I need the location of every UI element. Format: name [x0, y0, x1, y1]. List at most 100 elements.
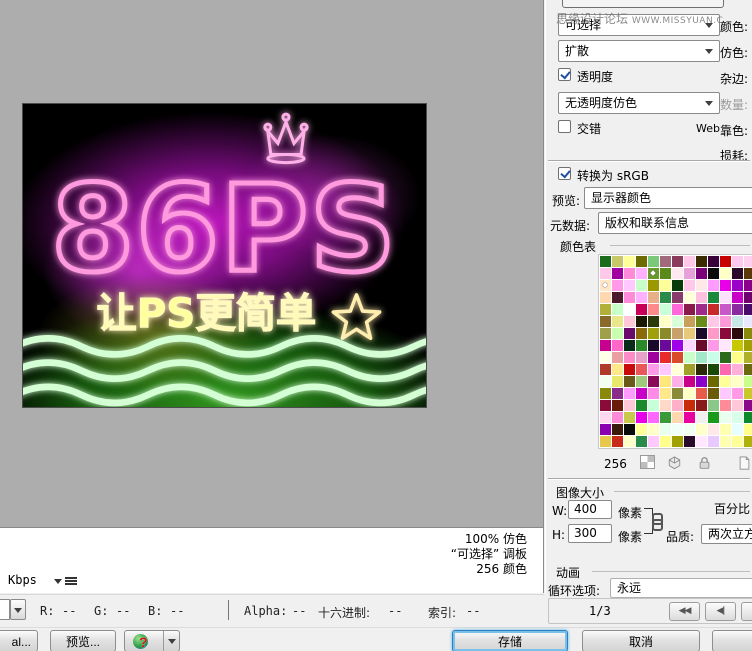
preview-image[interactable]: 86PS 让PS更简单	[22, 103, 427, 408]
color-swatch[interactable]	[672, 436, 683, 447]
color-swatch[interactable]	[648, 412, 659, 423]
cancel-button[interactable]: 取消	[582, 630, 700, 651]
color-swatch[interactable]	[708, 328, 719, 339]
color-swatch[interactable]	[660, 256, 671, 267]
color-swatch[interactable]	[600, 268, 611, 279]
color-swatch[interactable]	[648, 280, 659, 291]
color-swatch[interactable]	[624, 364, 635, 375]
map-transparency-icon[interactable]	[640, 455, 655, 469]
color-swatch[interactable]	[732, 436, 743, 447]
browser-select-button[interactable]: ?	[124, 630, 180, 651]
color-swatch[interactable]	[648, 352, 659, 363]
color-swatch[interactable]	[696, 352, 707, 363]
color-swatch[interactable]	[684, 400, 695, 411]
quality-select[interactable]: 两次立方	[701, 524, 752, 544]
color-swatch[interactable]	[720, 316, 731, 327]
color-swatch[interactable]	[696, 256, 707, 267]
color-swatch[interactable]	[636, 280, 647, 291]
color-reduction-select[interactable]: 可选择	[558, 14, 720, 36]
color-swatch[interactable]	[672, 316, 683, 327]
color-swatch[interactable]	[744, 364, 752, 375]
color-swatch[interactable]	[660, 412, 671, 423]
color-swatch[interactable]	[660, 340, 671, 351]
color-swatch[interactable]	[744, 376, 752, 387]
color-swatch[interactable]	[636, 292, 647, 303]
web-shift-cube-icon[interactable]	[667, 455, 682, 469]
color-swatch[interactable]	[624, 316, 635, 327]
color-swatch[interactable]	[684, 304, 695, 315]
color-swatch[interactable]	[672, 364, 683, 375]
color-swatch[interactable]	[744, 304, 752, 315]
color-swatch[interactable]	[612, 376, 623, 387]
color-swatch[interactable]	[708, 364, 719, 375]
metadata-select[interactable]: 版权和联系信息	[598, 212, 752, 234]
color-swatch[interactable]	[732, 388, 743, 399]
color-swatch[interactable]	[744, 256, 752, 267]
color-swatch[interactable]	[696, 328, 707, 339]
color-swatch[interactable]	[684, 412, 695, 423]
color-swatch[interactable]	[672, 268, 683, 279]
color-swatch[interactable]	[696, 376, 707, 387]
color-swatch[interactable]	[708, 412, 719, 423]
color-swatch[interactable]	[708, 280, 719, 291]
color-swatch[interactable]	[612, 352, 623, 363]
color-swatch[interactable]	[732, 256, 743, 267]
color-swatch[interactable]	[744, 424, 752, 435]
width-input[interactable]: 400	[568, 500, 612, 519]
color-swatch[interactable]	[636, 340, 647, 351]
preset-combo-partial[interactable]	[562, 0, 724, 8]
color-swatch[interactable]	[600, 352, 611, 363]
color-swatch[interactable]	[672, 412, 683, 423]
color-swatch[interactable]	[624, 328, 635, 339]
color-swatch[interactable]	[696, 268, 707, 279]
color-swatch[interactable]	[720, 292, 731, 303]
color-swatch[interactable]	[684, 316, 695, 327]
color-swatch[interactable]	[684, 436, 695, 447]
color-swatch[interactable]	[660, 304, 671, 315]
color-swatch[interactable]	[684, 424, 695, 435]
color-swatch[interactable]	[708, 352, 719, 363]
color-swatch[interactable]	[660, 436, 671, 447]
color-swatch[interactable]	[612, 292, 623, 303]
color-swatch[interactable]	[720, 256, 731, 267]
color-swatch[interactable]	[600, 388, 611, 399]
color-swatch[interactable]	[624, 268, 635, 279]
color-swatch[interactable]	[720, 340, 731, 351]
color-swatch[interactable]	[732, 364, 743, 375]
color-swatch[interactable]	[600, 436, 611, 447]
color-swatch[interactable]	[624, 292, 635, 303]
color-swatch[interactable]	[648, 364, 659, 375]
color-swatch[interactable]	[720, 364, 731, 375]
color-swatch[interactable]	[684, 340, 695, 351]
color-swatch[interactable]	[672, 328, 683, 339]
color-swatch[interactable]	[660, 328, 671, 339]
color-swatch[interactable]	[672, 292, 683, 303]
color-swatch[interactable]	[648, 328, 659, 339]
color-swatch[interactable]	[624, 304, 635, 315]
color-swatch[interactable]	[612, 328, 623, 339]
color-swatch[interactable]	[624, 256, 635, 267]
color-swatch[interactable]	[624, 376, 635, 387]
color-swatch[interactable]	[720, 388, 731, 399]
color-swatch[interactable]	[696, 280, 707, 291]
color-swatch[interactable]	[672, 340, 683, 351]
color-swatch[interactable]	[684, 280, 695, 291]
color-swatch[interactable]	[708, 388, 719, 399]
color-swatch[interactable]	[624, 400, 635, 411]
color-swatch[interactable]	[612, 256, 623, 267]
color-swatch[interactable]	[732, 352, 743, 363]
color-swatch[interactable]	[684, 352, 695, 363]
color-swatch[interactable]	[732, 304, 743, 315]
color-swatch[interactable]	[744, 328, 752, 339]
color-swatch[interactable]	[744, 316, 752, 327]
color-swatch[interactable]	[672, 424, 683, 435]
color-swatch[interactable]	[660, 352, 671, 363]
color-swatch[interactable]	[648, 268, 659, 279]
color-swatch[interactable]	[612, 268, 623, 279]
color-swatch[interactable]	[708, 400, 719, 411]
color-swatch[interactable]	[684, 256, 695, 267]
color-swatch[interactable]	[684, 388, 695, 399]
color-swatch[interactable]	[684, 268, 695, 279]
color-swatch[interactable]	[636, 388, 647, 399]
color-swatch[interactable]	[708, 376, 719, 387]
